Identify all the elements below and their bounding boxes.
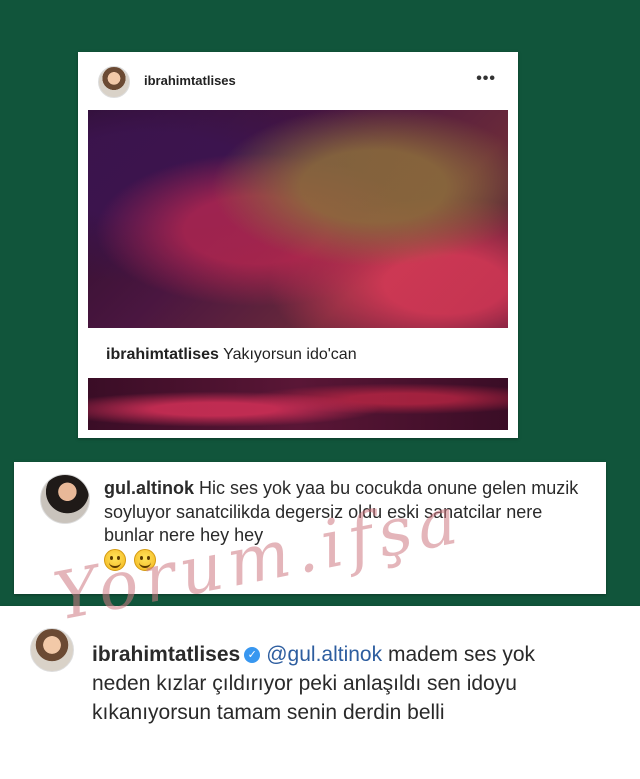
reply-mention[interactable]: @gul.altinok (266, 643, 382, 666)
next-post-media-preview[interactable] (88, 378, 508, 430)
comment-card: gul.altinok Hic ses yok yaa bu cocukda o… (14, 462, 606, 594)
commenter-username[interactable]: gul.altinok (104, 478, 194, 498)
post-caption: ibrahimtatlises Yakıyorsun ido'can (106, 346, 357, 364)
grinning-face-icon (134, 548, 156, 571)
caption-username[interactable]: ibrahimtatlises (106, 346, 219, 363)
more-horizontal-icon[interactable]: ••• (476, 70, 496, 88)
reply-card: ibrahimtatlises ✓ @gul.altinok madem ses y… (0, 606, 640, 779)
comment-body: gul.altinok Hic ses yok yaa bu cocukda o… (104, 477, 594, 571)
reply-body: ibrahimtatlises ✓ @gul.altinok madem ses y… (92, 640, 582, 727)
caption-text: Yakıyorsun ido'can (223, 346, 357, 363)
replier-username[interactable]: ibrahimtatlises (92, 643, 240, 666)
verified-badge-icon: ✓ (244, 647, 261, 664)
replier-avatar[interactable] (30, 628, 74, 672)
commenter-avatar[interactable] (40, 474, 90, 524)
grinning-face-icon (104, 548, 126, 571)
instagram-post-card: ibrahimtatlises ••• ibrahimtatlises Yakı… (78, 52, 518, 438)
post-username[interactable]: ibrahimtatlises (144, 73, 236, 88)
post-video[interactable] (88, 110, 508, 328)
post-user-avatar[interactable] (98, 66, 130, 98)
